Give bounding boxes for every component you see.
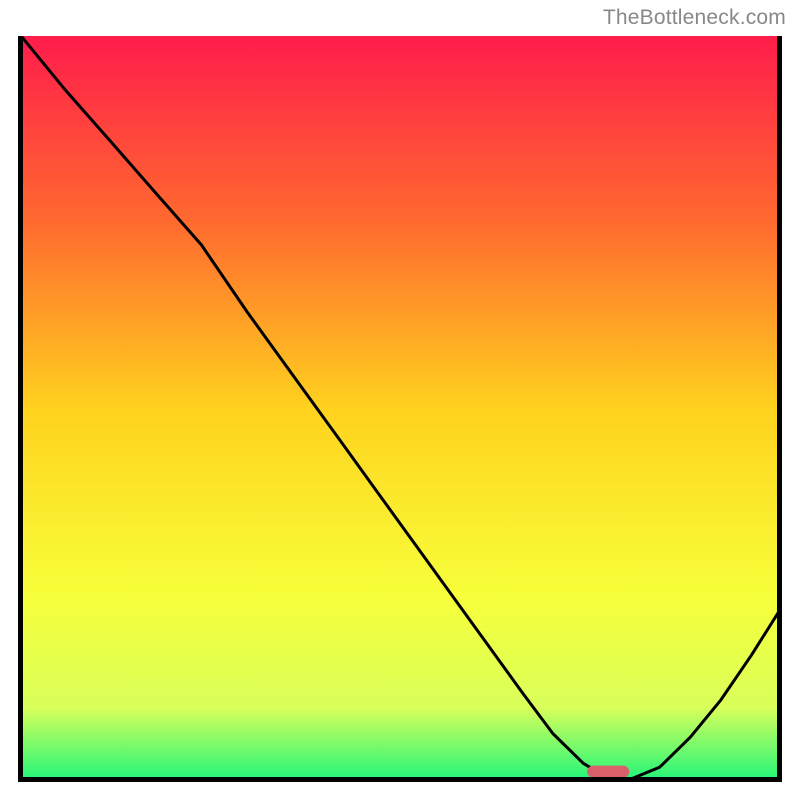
watermark-text: TheBottleneck.com xyxy=(603,6,786,30)
chart-frame xyxy=(18,36,782,782)
